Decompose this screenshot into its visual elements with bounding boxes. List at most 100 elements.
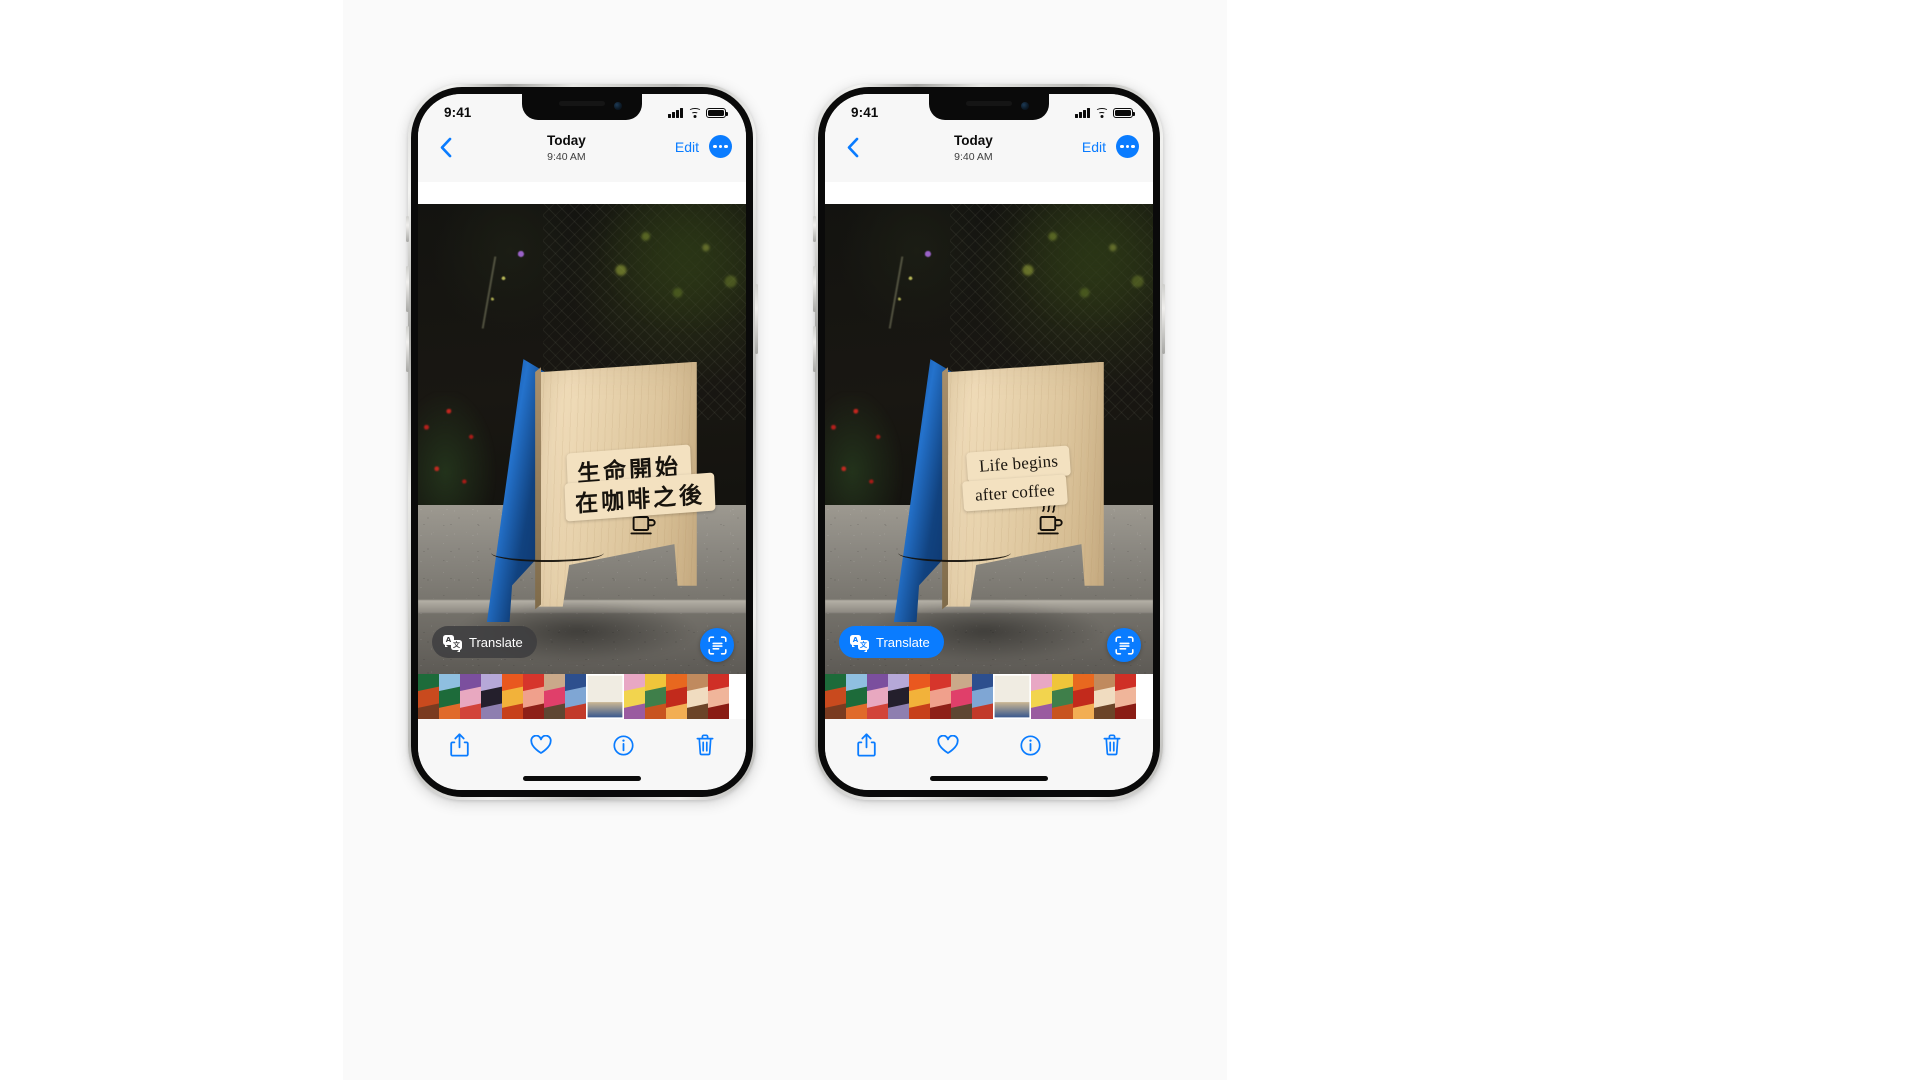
phone-screen: 9:41 <box>825 94 1153 790</box>
volume-up-button[interactable] <box>813 266 816 312</box>
mute-switch[interactable] <box>813 216 816 242</box>
iphone-mockup-original: 9:41 Today 9:40 AM Edit 生命開始 在咖啡之後 A 文 T… <box>406 84 758 800</box>
home-indicator[interactable] <box>930 776 1048 781</box>
delete-button[interactable] <box>1095 730 1129 760</box>
earpiece-speaker <box>559 101 605 106</box>
page-subtitle: 9:40 AM <box>954 151 993 163</box>
info-circle-icon <box>612 734 634 756</box>
chevron-left-icon <box>846 137 859 158</box>
photo-viewer[interactable]: Life begins after coffee A 文 Translate <box>825 204 1153 674</box>
nav-title-group: Today 9:40 AM <box>547 133 586 164</box>
thumb-portrait-tan[interactable] <box>1094 674 1115 719</box>
translate-button[interactable]: A 文 Translate <box>839 626 944 658</box>
page-title: Today <box>547 133 586 148</box>
thumb-red-dress[interactable] <box>1115 674 1136 719</box>
edit-button[interactable]: Edit <box>675 139 699 155</box>
thumb-portrait-green[interactable] <box>418 674 439 719</box>
thumb-pink-room[interactable] <box>624 674 645 719</box>
thumb-selected-sign[interactable] <box>586 674 624 719</box>
volume-down-button[interactable] <box>813 326 816 372</box>
thumb-hoodie-blue[interactable] <box>972 674 993 719</box>
thumb-silhouette-lilac[interactable] <box>888 674 909 719</box>
nav-actions: Edit <box>1082 135 1139 158</box>
back-button[interactable] <box>839 134 865 160</box>
mute-switch[interactable] <box>406 216 409 242</box>
thumb-orange-crowd[interactable] <box>666 674 687 719</box>
power-button[interactable] <box>755 284 758 354</box>
thumb-legs-pink[interactable] <box>867 674 888 719</box>
thumb-yellow-wall[interactable] <box>645 674 666 719</box>
info-button[interactable] <box>606 730 640 760</box>
photo-filmstrip[interactable] <box>825 674 1153 719</box>
nav-actions: Edit <box>675 135 732 158</box>
thumb-yellow-wall[interactable] <box>1052 674 1073 719</box>
thumb-portrait-green[interactable] <box>825 674 846 719</box>
thumb-dancer-blue[interactable] <box>846 674 867 719</box>
favorite-button[interactable] <box>524 730 558 760</box>
translate-button-label: Translate <box>876 634 930 650</box>
photo-branch <box>870 236 950 331</box>
earpiece-speaker <box>966 101 1012 106</box>
edit-button[interactable]: Edit <box>1082 139 1106 155</box>
photo-filmstrip[interactable] <box>418 674 746 719</box>
nav-spacer <box>825 182 1153 204</box>
a-frame-sign: 生命開始 在咖啡之後 <box>486 359 716 623</box>
cellular-signal-icon <box>1075 108 1090 118</box>
live-text-scan-button[interactable] <box>1107 628 1141 662</box>
photo-viewer[interactable]: 生命開始 在咖啡之後 A 文 Translate <box>418 204 746 674</box>
ellipsis-circle-icon[interactable] <box>1115 135 1139 158</box>
thumb-orange-crowd[interactable] <box>1073 674 1094 719</box>
translate-icon-target: 文 <box>451 639 462 652</box>
info-circle-icon <box>1019 734 1041 756</box>
volume-up-button[interactable] <box>406 266 409 312</box>
thumb-portrait-tan[interactable] <box>687 674 708 719</box>
nav-title-group: Today 9:40 AM <box>954 133 993 164</box>
front-camera-icon <box>1021 102 1029 110</box>
thumb-pink-room[interactable] <box>1031 674 1052 719</box>
power-button[interactable] <box>1162 284 1165 354</box>
status-time: 9:41 <box>444 105 472 120</box>
translate-icon: A 文 <box>443 634 462 652</box>
photo-foliage <box>989 204 1153 383</box>
heart-icon <box>937 735 959 755</box>
thumb-dancer-blue[interactable] <box>439 674 460 719</box>
translate-button[interactable]: A 文 Translate <box>432 626 537 658</box>
live-text-scan-button[interactable] <box>700 628 734 662</box>
thumb-selected-sign[interactable] <box>993 674 1031 719</box>
live-text-scan-icon <box>707 635 727 655</box>
thumb-hoodie-blue[interactable] <box>565 674 586 719</box>
share-button[interactable] <box>849 730 883 760</box>
info-button[interactable] <box>1013 730 1047 760</box>
trash-icon <box>696 734 714 756</box>
page-title: Today <box>954 133 993 148</box>
favorite-button[interactable] <box>931 730 965 760</box>
share-icon <box>856 733 876 757</box>
iphone-mockup-translated: 9:41 Today 9:40 AM Edit Life begins afte… <box>813 84 1165 800</box>
thumb-silhouette-lilac[interactable] <box>481 674 502 719</box>
thumb-stairs-people[interactable] <box>951 674 972 719</box>
cellular-signal-icon <box>668 108 683 118</box>
volume-down-button[interactable] <box>406 326 409 372</box>
ellipsis-circle-icon[interactable] <box>708 135 732 158</box>
thumb-sunglasses-orange[interactable] <box>909 674 930 719</box>
home-indicator[interactable] <box>523 776 641 781</box>
delete-button[interactable] <box>688 730 722 760</box>
thumb-red-dress[interactable] <box>708 674 729 719</box>
wifi-icon <box>1095 108 1108 118</box>
sign-edge <box>942 366 949 610</box>
battery-full-icon <box>1113 107 1136 119</box>
sign-chain <box>898 543 1012 562</box>
chevron-left-icon <box>439 137 452 158</box>
thumb-red-figure[interactable] <box>523 674 544 719</box>
translate-button-label: Translate <box>469 634 523 650</box>
live-text-scan-icon <box>1114 635 1134 655</box>
back-button[interactable] <box>432 134 458 160</box>
translate-icon: A 文 <box>850 634 869 652</box>
thumb-legs-pink[interactable] <box>460 674 481 719</box>
thumb-red-figure[interactable] <box>930 674 951 719</box>
thumb-sunglasses-orange[interactable] <box>502 674 523 719</box>
thumb-stairs-people[interactable] <box>544 674 565 719</box>
translate-icon-target: 文 <box>858 639 869 652</box>
battery-full-icon <box>706 107 729 119</box>
share-button[interactable] <box>442 730 476 760</box>
